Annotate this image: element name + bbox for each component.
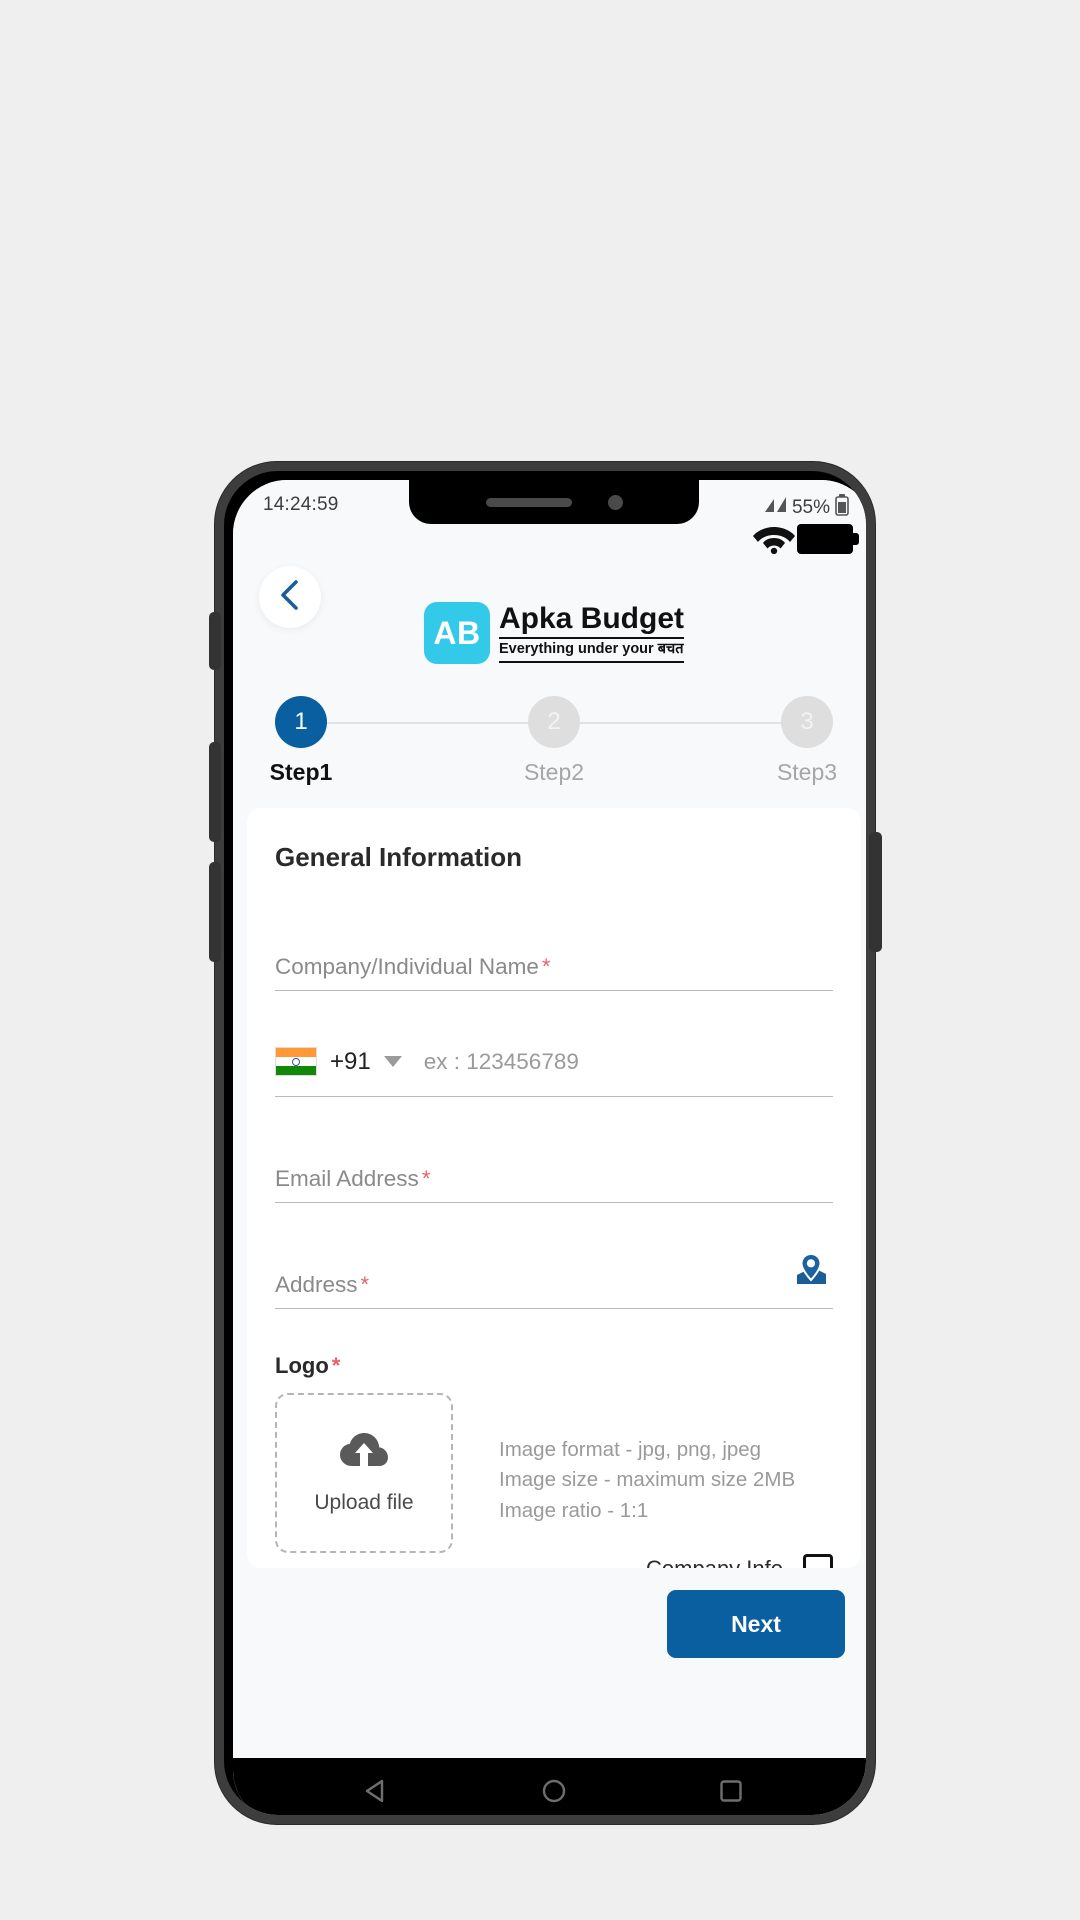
app-header: AB Apka Budget Everything under your बचत: [233, 536, 866, 696]
step-item-3[interactable]: 3 Step3: [765, 696, 849, 786]
step-label-3: Step3: [776, 759, 838, 785]
page-title: General Information: [275, 842, 523, 872]
upload-file-dropzone[interactable]: Upload file: [275, 1393, 453, 1553]
required-asterisk: *: [421, 1166, 431, 1191]
logo-label-text: Logo: [275, 1353, 329, 1378]
address-field[interactable]: Address *: [275, 1247, 833, 1309]
upload-hint-size: Image size - maximum size 2MB: [499, 1468, 796, 1492]
general-information-card: General Information Company/Individual N…: [247, 808, 861, 1568]
upload-hint-format: Image format - jpg, png, jpeg: [499, 1438, 762, 1461]
chevron-left-icon: [277, 578, 303, 617]
side-button-power[interactable]: [869, 832, 882, 952]
email-label: Email Address: [275, 1166, 419, 1191]
side-button-volume-down[interactable]: [209, 862, 221, 962]
step-item-2[interactable]: 2 Step2: [512, 696, 596, 786]
battery-icon-overlay: [797, 524, 859, 554]
phone-notch: [409, 480, 699, 524]
footer-bar: Next: [233, 1568, 866, 1758]
step-indicator: 1 Step1 2 Step2 3 Step3: [233, 696, 866, 808]
chevron-down-icon[interactable]: [383, 1056, 402, 1067]
step-label-2: Step2: [523, 759, 585, 785]
logo-tagline: Everything under your बचत: [498, 639, 685, 663]
status-bar: 14:24:59 55%: [233, 480, 866, 555]
checkbox[interactable]: [803, 1554, 833, 1568]
side-button-volume-up[interactable]: [209, 742, 221, 842]
square-recents-icon[interactable]: [716, 1776, 746, 1806]
step-label-1: Step1: [269, 759, 333, 785]
logo-label: Logo *: [275, 1353, 833, 1379]
signal-icon: [764, 496, 787, 519]
step-circle-3: 3: [781, 696, 833, 748]
front-camera: [607, 494, 623, 510]
battery-icon: [835, 494, 849, 521]
upload-row: Upload file Image format - jpg, png, jpe…: [275, 1393, 833, 1553]
address-label: Address: [275, 1272, 358, 1297]
phone-screen: 14:24:59 55% AB Apka Budget Everything u…: [233, 480, 866, 1815]
cloud-upload-icon: [339, 1432, 389, 1475]
upload-file-label: Upload file: [314, 1490, 414, 1514]
clipped-footer-row: Company Info: [275, 1554, 833, 1568]
side-button-mute[interactable]: [209, 612, 221, 670]
app-content: AB Apka Budget Everything under your बचत: [233, 536, 866, 1815]
email-field[interactable]: Email Address *: [275, 1141, 833, 1203]
required-asterisk: *: [360, 1272, 370, 1297]
upload-hints: Image format - jpg, png, jpeg Image size…: [499, 1393, 795, 1526]
phone-bezel: 14:24:59 55% AB Apka Budget Everything u…: [224, 471, 866, 1815]
required-asterisk: *: [541, 954, 551, 979]
india-flag-icon: [275, 1047, 317, 1076]
company-name-label: Company/Individual Name: [275, 954, 539, 979]
triangle-back-icon[interactable]: [362, 1776, 392, 1806]
logo-upload-section: Logo * Upload file Image format - jpg, p…: [275, 1353, 833, 1553]
logo-mark: AB: [423, 602, 490, 664]
android-navigation-bar: [233, 1758, 866, 1815]
earpiece-speaker: [485, 497, 572, 507]
required-asterisk: *: [331, 1353, 341, 1378]
wifi-icon: [751, 518, 797, 559]
step-circle-1: 1: [275, 696, 327, 748]
battery-percent-label: 55%: [791, 496, 830, 518]
brand-logo: AB Apka Budget Everything under your बचत: [423, 602, 685, 664]
logo-title: Apka Budget: [498, 603, 685, 639]
company-name-field[interactable]: Company/Individual Name *: [275, 929, 833, 991]
upload-hint-ratio: Image ratio - 1:1: [499, 1498, 649, 1522]
back-button[interactable]: [259, 566, 321, 628]
step-item-1[interactable]: 1 Step1: [259, 696, 343, 786]
step-circle-2: 2: [528, 696, 580, 748]
next-button[interactable]: Next: [667, 1590, 845, 1658]
status-icons: 55%: [764, 494, 849, 521]
phone-input-placeholder: ex : 123456789: [423, 1048, 579, 1074]
dial-code-label: +91: [330, 1047, 371, 1075]
status-time: 14:24:59: [263, 494, 339, 515]
clipped-footer-label: Company Info: [646, 1556, 783, 1568]
phone-field[interactable]: +91 ex : 123456789: [275, 1035, 833, 1097]
phone-frame: 14:24:59 55% AB Apka Budget Everything u…: [209, 462, 882, 1824]
logo-wordmark: Apka Budget Everything under your बचत: [498, 603, 685, 663]
scene: 14:24:59 55% AB Apka Budget Everything u…: [0, 0, 1080, 1920]
circle-home-icon[interactable]: [539, 1776, 569, 1806]
map-pin-icon[interactable]: [791, 1251, 831, 1296]
